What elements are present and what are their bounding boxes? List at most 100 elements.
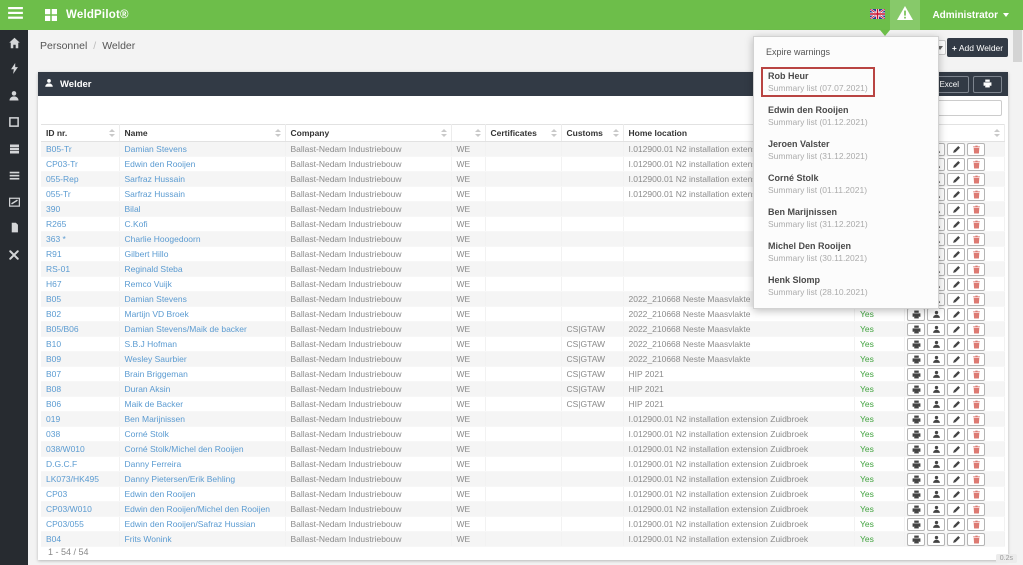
edit-button[interactable] bbox=[947, 293, 965, 306]
welder-name-link[interactable]: Reginald Steba bbox=[125, 264, 183, 274]
print-button[interactable] bbox=[907, 443, 925, 456]
export-print-button[interactable] bbox=[973, 76, 1002, 93]
welder-id-link[interactable]: CP03 bbox=[46, 489, 67, 499]
sort-icon[interactable] bbox=[613, 129, 620, 138]
welder-id-link[interactable]: B05-Tr bbox=[46, 144, 72, 154]
welder-id-link[interactable]: B05/B06 bbox=[46, 324, 79, 334]
welder-name-link[interactable]: Damian Stevens bbox=[125, 144, 187, 154]
breadcrumb-item-personnel[interactable]: Personnel bbox=[40, 40, 87, 52]
profile-button[interactable] bbox=[927, 353, 945, 366]
welder-name-link[interactable]: Edwin den Rooijen bbox=[125, 159, 196, 169]
edit-button[interactable] bbox=[947, 443, 965, 456]
delete-button[interactable] bbox=[967, 293, 985, 306]
delete-button[interactable] bbox=[967, 413, 985, 426]
profile-button[interactable] bbox=[927, 338, 945, 351]
edit-button[interactable] bbox=[947, 248, 965, 261]
edit-button[interactable] bbox=[947, 458, 965, 471]
sidebar-item-list[interactable] bbox=[0, 171, 28, 184]
delete-button[interactable] bbox=[967, 338, 985, 351]
welder-id-link[interactable]: RS-01 bbox=[46, 264, 70, 274]
welder-name-link[interactable]: Danny Ferreira bbox=[125, 459, 182, 469]
welder-name-link[interactable]: Sarfraz Hussain bbox=[125, 189, 185, 199]
profile-button[interactable] bbox=[927, 488, 945, 501]
welder-id-link[interactable]: B04 bbox=[46, 534, 61, 544]
profile-button[interactable] bbox=[927, 428, 945, 441]
delete-button[interactable] bbox=[967, 368, 985, 381]
sidebar-item-chart[interactable] bbox=[0, 197, 28, 210]
delete-button[interactable] bbox=[967, 428, 985, 441]
welder-name-link[interactable]: Gilbert Hillo bbox=[125, 249, 169, 259]
delete-button[interactable] bbox=[967, 398, 985, 411]
edit-button[interactable] bbox=[947, 158, 965, 171]
welder-name-link[interactable]: Duran Aksin bbox=[125, 384, 171, 394]
sort-icon[interactable] bbox=[109, 129, 116, 138]
sort-icon[interactable] bbox=[275, 129, 282, 138]
profile-button[interactable] bbox=[927, 308, 945, 321]
profile-button[interactable] bbox=[927, 323, 945, 336]
print-button[interactable] bbox=[907, 488, 925, 501]
add-welder-button[interactable]: +Add Welder bbox=[947, 38, 1008, 57]
welder-id-link[interactable]: 019 bbox=[46, 414, 60, 424]
sidebar-item-user[interactable] bbox=[0, 91, 28, 104]
welder-id-link[interactable]: H67 bbox=[46, 279, 62, 289]
expire-warning-item[interactable]: Jeroen ValsterSummary list (31.12.2021) bbox=[754, 134, 938, 168]
delete-button[interactable] bbox=[967, 533, 985, 546]
edit-button[interactable] bbox=[947, 323, 965, 336]
print-button[interactable] bbox=[907, 398, 925, 411]
column-header-code[interactable] bbox=[451, 125, 485, 142]
delete-button[interactable] bbox=[967, 188, 985, 201]
welder-name-link[interactable]: Brain Briggeman bbox=[125, 369, 188, 379]
delete-button[interactable] bbox=[967, 218, 985, 231]
delete-button[interactable] bbox=[967, 173, 985, 186]
edit-button[interactable] bbox=[947, 503, 965, 516]
edit-button[interactable] bbox=[947, 473, 965, 486]
welder-name-link[interactable]: Maik de Backer bbox=[125, 399, 184, 409]
welder-id-link[interactable]: B05 bbox=[46, 294, 61, 304]
profile-button[interactable] bbox=[927, 533, 945, 546]
welder-name-link[interactable]: Edwin den Rooijen/Safraz Hussian bbox=[125, 519, 256, 529]
print-button[interactable] bbox=[907, 323, 925, 336]
profile-button[interactable] bbox=[927, 398, 945, 411]
print-button[interactable] bbox=[907, 308, 925, 321]
print-button[interactable] bbox=[907, 503, 925, 516]
expire-warning-item[interactable]: Ben MarijnissenSummary list (31.12.2021) bbox=[754, 202, 938, 236]
edit-button[interactable] bbox=[947, 353, 965, 366]
delete-button[interactable] bbox=[967, 233, 985, 246]
column-header-customs[interactable]: Customs bbox=[561, 125, 623, 142]
print-button[interactable] bbox=[907, 383, 925, 396]
delete-button[interactable] bbox=[967, 353, 985, 366]
delete-button[interactable] bbox=[967, 383, 985, 396]
language-flag-button[interactable] bbox=[864, 0, 890, 30]
welder-name-link[interactable]: Sarfraz Hussain bbox=[125, 174, 185, 184]
delete-button[interactable] bbox=[967, 323, 985, 336]
welder-name-link[interactable]: Martijn VD Broek bbox=[125, 309, 189, 319]
welder-id-link[interactable]: B02 bbox=[46, 309, 61, 319]
welder-id-link[interactable]: 038 bbox=[46, 429, 60, 439]
edit-button[interactable] bbox=[947, 263, 965, 276]
profile-button[interactable] bbox=[927, 443, 945, 456]
welder-id-link[interactable]: B07 bbox=[46, 369, 61, 379]
welder-name-link[interactable]: Bilal bbox=[125, 204, 141, 214]
welder-id-link[interactable]: 390 bbox=[46, 204, 60, 214]
edit-button[interactable] bbox=[947, 413, 965, 426]
welder-name-link[interactable]: Frits Wonink bbox=[125, 534, 172, 544]
delete-button[interactable] bbox=[967, 263, 985, 276]
delete-button[interactable] bbox=[967, 278, 985, 291]
welder-name-link[interactable]: Corné Stolk/Michel den Rooijen bbox=[125, 444, 244, 454]
welder-id-link[interactable]: CP03/W010 bbox=[46, 504, 92, 514]
welder-name-link[interactable]: Damian Stevens bbox=[125, 294, 187, 304]
column-header-name[interactable]: Name bbox=[119, 125, 285, 142]
welder-id-link[interactable]: D.G.C.F bbox=[46, 459, 77, 469]
print-button[interactable] bbox=[907, 533, 925, 546]
sort-icon[interactable] bbox=[475, 129, 482, 138]
delete-button[interactable] bbox=[967, 248, 985, 261]
edit-button[interactable] bbox=[947, 233, 965, 246]
edit-button[interactable] bbox=[947, 188, 965, 201]
edit-button[interactable] bbox=[947, 143, 965, 156]
edit-button[interactable] bbox=[947, 218, 965, 231]
apps-grid-icon[interactable] bbox=[38, 0, 64, 30]
welder-name-link[interactable]: C.Kofi bbox=[125, 219, 148, 229]
welder-name-link[interactable]: Danny Pietersen/Erik Behling bbox=[125, 474, 236, 484]
user-menu[interactable]: Administrator bbox=[920, 10, 1023, 21]
print-button[interactable] bbox=[907, 473, 925, 486]
